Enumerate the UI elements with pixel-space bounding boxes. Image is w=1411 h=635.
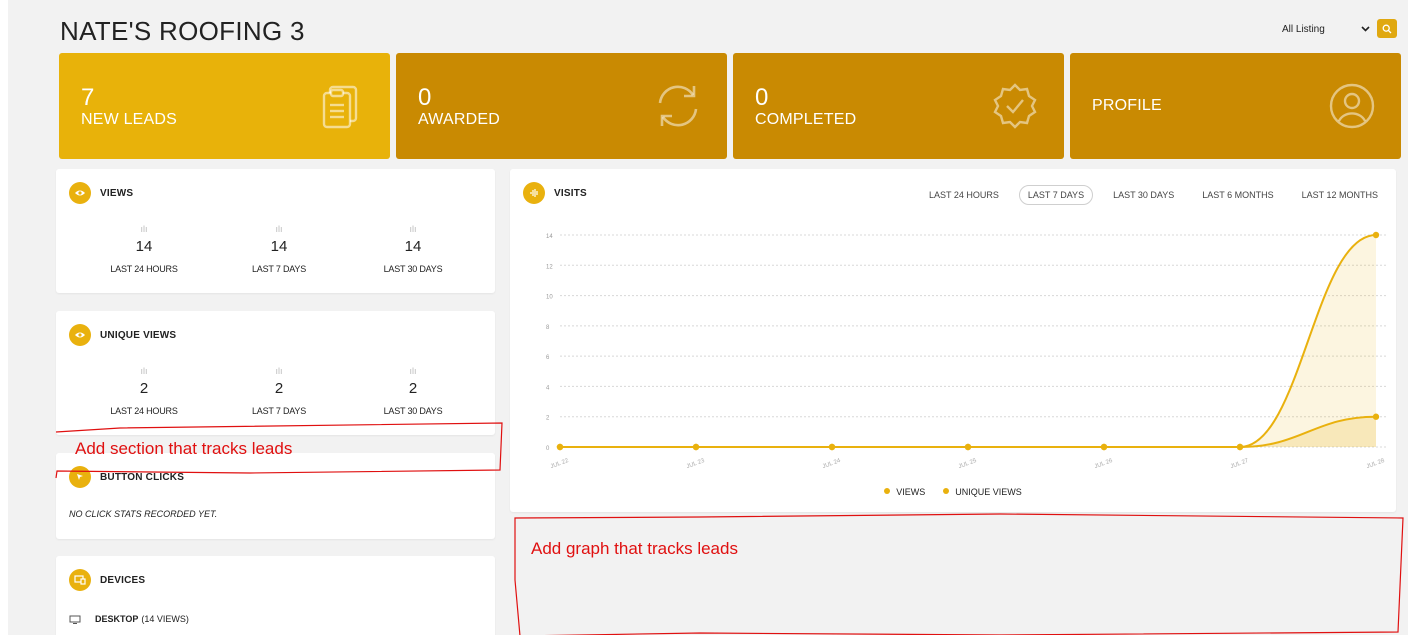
data-point (1372, 413, 1380, 420)
unique-metric-7d: ılı 2 LAST 7 DAYS (219, 366, 339, 416)
clipboard-icon (322, 85, 358, 129)
views-title: VIEWS (100, 187, 134, 199)
user-circle-icon (1329, 83, 1375, 129)
data-point (1100, 443, 1108, 451)
refresh-icon (658, 85, 698, 127)
device-row: DESKTOP (14 VIEWS) (69, 614, 189, 624)
x-tick-label: JUL 26 (1094, 458, 1114, 470)
bar-chart-icon: ılı (140, 224, 148, 234)
awarded-count: 0 (418, 84, 432, 111)
chart-legend: VIEWS UNIQUE VIEWS (510, 487, 1396, 497)
x-tick-label: JUL 23 (686, 458, 706, 470)
y-tick-label: 4 (546, 385, 550, 391)
x-tick-label: JUL 24 (822, 458, 842, 470)
device-count: (14 VIEWS) (141, 614, 189, 624)
search-icon (1382, 24, 1392, 33)
legend-label: VIEWS (896, 487, 926, 497)
completed-label: COMPLETED (755, 111, 857, 128)
y-tick-label: 2 (546, 416, 550, 422)
metric-label: LAST 24 HOURS (110, 264, 178, 274)
views-metric-30d: ılı 14 LAST 30 DAYS (353, 224, 473, 274)
data-point (692, 443, 700, 451)
devices-panel: DEVICES DESKTOP (14 VIEWS) (56, 556, 495, 635)
bar-chart-icon: ılı (409, 224, 417, 234)
area-views (560, 235, 1376, 447)
search-button[interactable] (1377, 19, 1397, 38)
metric-label: LAST 30 DAYS (383, 264, 443, 274)
bar-chart-icon: ılı (275, 366, 283, 376)
metric-label: LAST 24 HOURS (110, 406, 178, 416)
x-tick-label: JUL 25 (958, 458, 978, 470)
line-views (560, 234, 1377, 448)
views-panel: VIEWS ılı 14 LAST 24 HOURS ılı 14 LAST 7… (56, 169, 495, 293)
button-clicks-title: BUTTON CLICKS (100, 471, 185, 483)
metric-value: 14 (135, 238, 153, 255)
metric-value: 2 (408, 380, 418, 397)
unique-views-title: UNIQUE VIEWS (100, 329, 177, 341)
metric-label: LAST 7 DAYS (252, 406, 306, 416)
completed-count: 0 (755, 84, 769, 111)
data-point (1372, 231, 1380, 239)
devices-title: DEVICES (100, 574, 146, 586)
legend-label: UNIQUE VIEWS (955, 487, 1022, 497)
y-tick-label: 0 (546, 446, 550, 452)
new-leads-label: NEW LEADS (81, 111, 178, 128)
unique-metric-24h: ılı 2 LAST 24 HOURS (84, 366, 204, 416)
views-metric-24h: ılı 14 LAST 24 HOURS (84, 224, 204, 274)
new-leads-card[interactable]: 7 NEW LEADS (59, 53, 390, 159)
data-point (556, 443, 564, 451)
eye-icon (69, 324, 91, 346)
metric-label: LAST 30 DAYS (383, 406, 443, 416)
visits-panel: VISITS LAST 24 HOURS LAST 7 DAYS LAST 30… (510, 169, 1396, 512)
data-point (964, 443, 972, 451)
visits-chart: 0 2 4 6 8 10 12 14 JUL 22 JUL 23 JUL 24 JUL 25 JUL 2… (546, 231, 1386, 470)
metric-value: 14 (404, 238, 422, 255)
x-tick-label: JUL 28 (1366, 458, 1386, 470)
badge-check-icon (993, 83, 1037, 129)
awarded-card[interactable]: 0 AWARDED (396, 53, 727, 159)
new-leads-count: 7 (81, 84, 95, 111)
annotation-leads-graph: Add graph that tracks leads (531, 539, 738, 558)
desktop-icon (69, 615, 81, 624)
no-click-message: NO CLICK STATS RECORDED YET. (69, 509, 218, 519)
metric-value: 2 (139, 380, 149, 397)
listing-select[interactable]: All Listing (1278, 19, 1374, 39)
annotation-leads-section: Add section that tracks leads (75, 439, 293, 458)
metric-value: 14 (270, 238, 288, 255)
data-point (828, 443, 836, 451)
awarded-label: AWARDED (418, 111, 500, 128)
page-title: NATE'S ROOFING 3 (60, 16, 305, 46)
metric-label: LAST 7 DAYS (252, 264, 306, 274)
devices-icon (69, 569, 91, 591)
x-tick-label: JUL 27 (1230, 458, 1250, 470)
y-tick-label: 12 (546, 264, 553, 270)
y-tick-label: 6 (546, 355, 550, 361)
completed-card[interactable]: 0 COMPLETED (733, 53, 1064, 159)
profile-card[interactable]: PROFILE (1070, 53, 1401, 159)
cursor-icon (69, 466, 91, 488)
listing-select-value: All Listing (1282, 23, 1325, 35)
chevron-down-icon (1361, 26, 1370, 32)
metric-value: 2 (274, 380, 284, 397)
legend-item-views: VIEWS (884, 487, 925, 497)
button-clicks-panel: BUTTON CLICKS NO CLICK STATS RECORDED YE… (56, 453, 495, 539)
legend-item-unique-views: UNIQUE VIEWS (943, 487, 1022, 497)
device-name: DESKTOP (95, 614, 139, 624)
y-tick-label: 14 (546, 234, 553, 240)
x-tick-label: JUL 22 (550, 458, 570, 470)
profile-label: PROFILE (1092, 97, 1162, 114)
y-tick-label: 8 (546, 325, 550, 331)
views-metric-7d: ılı 14 LAST 7 DAYS (219, 224, 339, 274)
unique-views-panel: UNIQUE VIEWS ılı 2 LAST 24 HOURS ılı 2 L… (56, 311, 495, 435)
bar-chart-icon: ılı (275, 224, 283, 234)
eye-icon (69, 182, 91, 204)
bar-chart-icon: ılı (140, 366, 148, 376)
data-point (1236, 443, 1244, 451)
bar-chart-icon: ılı (409, 366, 417, 376)
unique-metric-30d: ılı 2 LAST 30 DAYS (353, 366, 473, 416)
y-tick-label: 10 (546, 295, 553, 301)
